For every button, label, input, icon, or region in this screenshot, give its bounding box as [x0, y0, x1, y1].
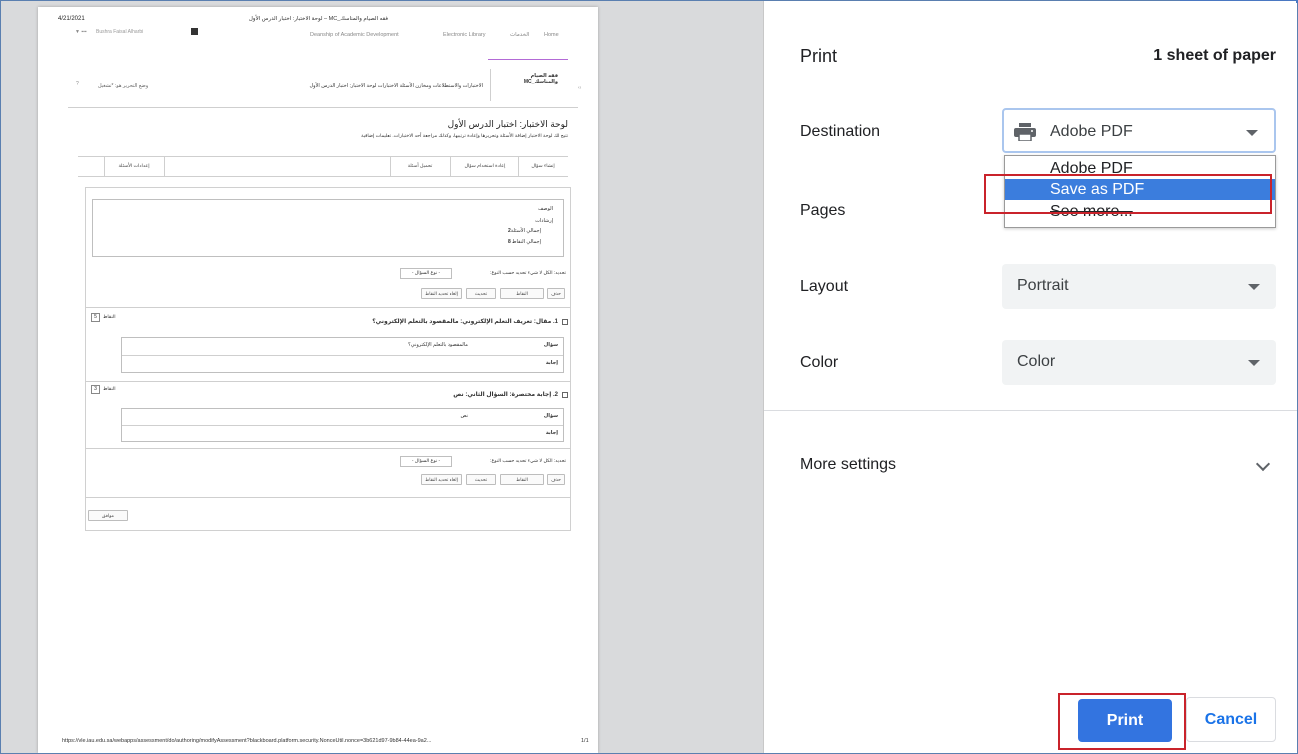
- preview-q1-title: 1. مقال: تعريف التعلم الإلكتروني: مالمقص…: [372, 319, 558, 325]
- preview-update-button: تحديث: [466, 288, 496, 299]
- preview-q1-question-text: مالمقصود بالتعلم الإلكتروني؟: [408, 342, 468, 348]
- preview-update-button-2: تحديث: [466, 474, 496, 485]
- preview-points-button: النقاط: [500, 288, 544, 299]
- print-button-annotation: [1058, 693, 1186, 750]
- preview-edit-mode: وضع التحرير هو: *تشغيل: [98, 83, 149, 89]
- preview-info-instructions: إرشادات: [535, 218, 553, 224]
- preview-rule: [85, 497, 571, 498]
- preview-delete-button: حذف: [547, 288, 565, 299]
- preview-nav-services: الخدمات: [510, 32, 530, 38]
- color-select[interactable]: Color: [1002, 340, 1276, 385]
- preview-q1-checkbox: [562, 319, 568, 325]
- preview-rule: [85, 448, 571, 449]
- dropdown-caret-icon: [1248, 284, 1260, 290]
- preview-unset-points-button-2: إلغاء تحديد النقاط: [421, 474, 462, 485]
- preview-info-total-p-value: 8: [508, 239, 511, 245]
- destination-value: Adobe PDF: [1050, 123, 1133, 140]
- preview-header-rule: [68, 107, 578, 108]
- preview-tab-reuse: إعادة استخدام سؤال: [464, 164, 506, 169]
- preview-tab-sep: [518, 156, 519, 176]
- preview-tabs-bottom: [78, 176, 568, 177]
- preview-q1-answer-label: إجابة: [545, 360, 558, 366]
- preview-rule: [85, 307, 571, 308]
- preview-course-accent: [488, 59, 568, 60]
- preview-user-avatar: [191, 28, 198, 35]
- destination-select[interactable]: Adobe PDF: [1002, 108, 1276, 153]
- preview-filter-select: - نوع السؤال -: [400, 268, 452, 279]
- preview-filter-label-2: تحديد: الكل لا شيء تحديد حسب النوع:: [490, 459, 566, 464]
- preview-q1-rule: [122, 355, 563, 356]
- preview-info-total-p: إجمالي النقاط: [511, 239, 541, 245]
- preview-q1-points-label: النقاط: [103, 315, 116, 320]
- preview-user-icon: ▼ ▪▪▪: [75, 29, 87, 35]
- preview-q1-points: 5: [91, 313, 100, 322]
- preview-tab-upload: تحميل أسئلة: [407, 164, 433, 169]
- preview-page-count: 1/1: [581, 738, 589, 744]
- preview-collapse-icon: ‹‹: [578, 85, 582, 91]
- pages-label: Pages: [800, 202, 846, 219]
- preview-tab-sep: [164, 156, 165, 176]
- layout-select[interactable]: Portrait: [1002, 264, 1276, 309]
- preview-nav-library: Electronic Library: [443, 32, 486, 38]
- preview-info-box: [92, 199, 564, 257]
- preview-delete-button-2: حذف: [547, 474, 565, 485]
- preview-subheading: تتيح لك لوحة الاختبار إضافة الأسئلة وتحر…: [361, 134, 568, 139]
- preview-q2-points: 3: [91, 385, 100, 394]
- preview-q2-points-label: النقاط: [103, 387, 116, 392]
- preview-tab-settings: إعدادات الأسئلة: [118, 164, 150, 169]
- preview-q2-answer-label: إجابة: [545, 430, 558, 436]
- save-as-pdf-annotation: [984, 174, 1272, 214]
- preview-filter-select-2: - نوع السؤال -: [400, 456, 452, 467]
- print-settings-panel: Print 1 sheet of paper Destination Adobe…: [763, 1, 1297, 753]
- print-preview-area[interactable]: 4/21/2021 فقه الصيام والمناسك_MC – لوحة …: [1, 1, 763, 753]
- preview-nav-home: Home: [544, 32, 559, 38]
- preview-q2-title: 2. إجابة مختصرة: السؤال الثاني: نص: [453, 392, 558, 398]
- preview-help-icon: ?: [76, 81, 79, 87]
- chevron-down-icon[interactable]: [1255, 456, 1271, 472]
- preview-tab-sep: [450, 156, 451, 176]
- preview-date: 4/21/2021: [58, 16, 85, 22]
- preview-tabs-top: [78, 156, 568, 157]
- preview-q1-question-label: سؤال: [543, 342, 558, 348]
- layout-value: Portrait: [1017, 277, 1069, 294]
- preview-nav-deanship: Deanship of Academic Development: [310, 32, 399, 38]
- preview-page: 4/21/2021 فقه الصيام والمناسك_MC – لوحة …: [38, 7, 598, 753]
- more-settings-toggle[interactable]: More settings: [800, 456, 896, 474]
- dialog-title: Print: [800, 46, 838, 66]
- preview-divider: [490, 69, 491, 101]
- preview-breadcrumb: الاختبارات والاستطلاعات ومخازن الأسئلة ا…: [309, 83, 483, 89]
- preview-user-name: Bushra Faisal Alharbi: [96, 29, 144, 35]
- preview-q2-rule: [122, 425, 563, 426]
- preview-footer-url: https://vle.iau.edu.sa/webapps/assessmen…: [62, 738, 432, 744]
- color-label: Color: [800, 354, 839, 371]
- preview-page-title: فقه الصيام والمناسك_MC – لوحة الاختبار: …: [248, 16, 388, 22]
- sheet-count: 1 sheet of paper: [1153, 47, 1276, 64]
- preview-filter-label: تحديد: الكل لا شيء تحديد حسب النوع:: [490, 271, 566, 276]
- cancel-button[interactable]: Cancel: [1186, 697, 1276, 742]
- destination-label: Destination: [800, 123, 881, 140]
- dropdown-caret-icon: [1248, 360, 1260, 366]
- preview-ok-button: موافق: [88, 510, 128, 521]
- preview-course-name: فقه الصيام والمناسك_MC: [523, 73, 558, 85]
- preview-tab-sep: [104, 156, 105, 176]
- preview-info-total-q-value: 2: [508, 228, 511, 234]
- preview-q2-checkbox: [562, 392, 568, 398]
- preview-q2-question-text: نص: [460, 413, 468, 419]
- printer-icon: [1014, 123, 1036, 141]
- settings-divider: [764, 410, 1297, 411]
- preview-tab-create: إنشاء سؤال: [531, 164, 555, 169]
- preview-heading: لوحة الاختبار: اختبار الدرس الأول: [447, 119, 568, 129]
- color-value: Color: [1017, 353, 1056, 370]
- preview-points-button-2: النقاط: [500, 474, 544, 485]
- layout-label: Layout: [800, 278, 849, 295]
- preview-info-total-q: إجمالي الأسئلة: [510, 228, 541, 234]
- dropdown-caret-icon: [1246, 130, 1258, 136]
- preview-q2-question-label: سؤال: [543, 413, 558, 419]
- preview-info-desc: الوصف: [538, 206, 553, 212]
- preview-rule: [85, 381, 571, 382]
- preview-tab-sep: [390, 156, 391, 176]
- preview-unset-points-button: إلغاء تحديد النقاط: [421, 288, 462, 299]
